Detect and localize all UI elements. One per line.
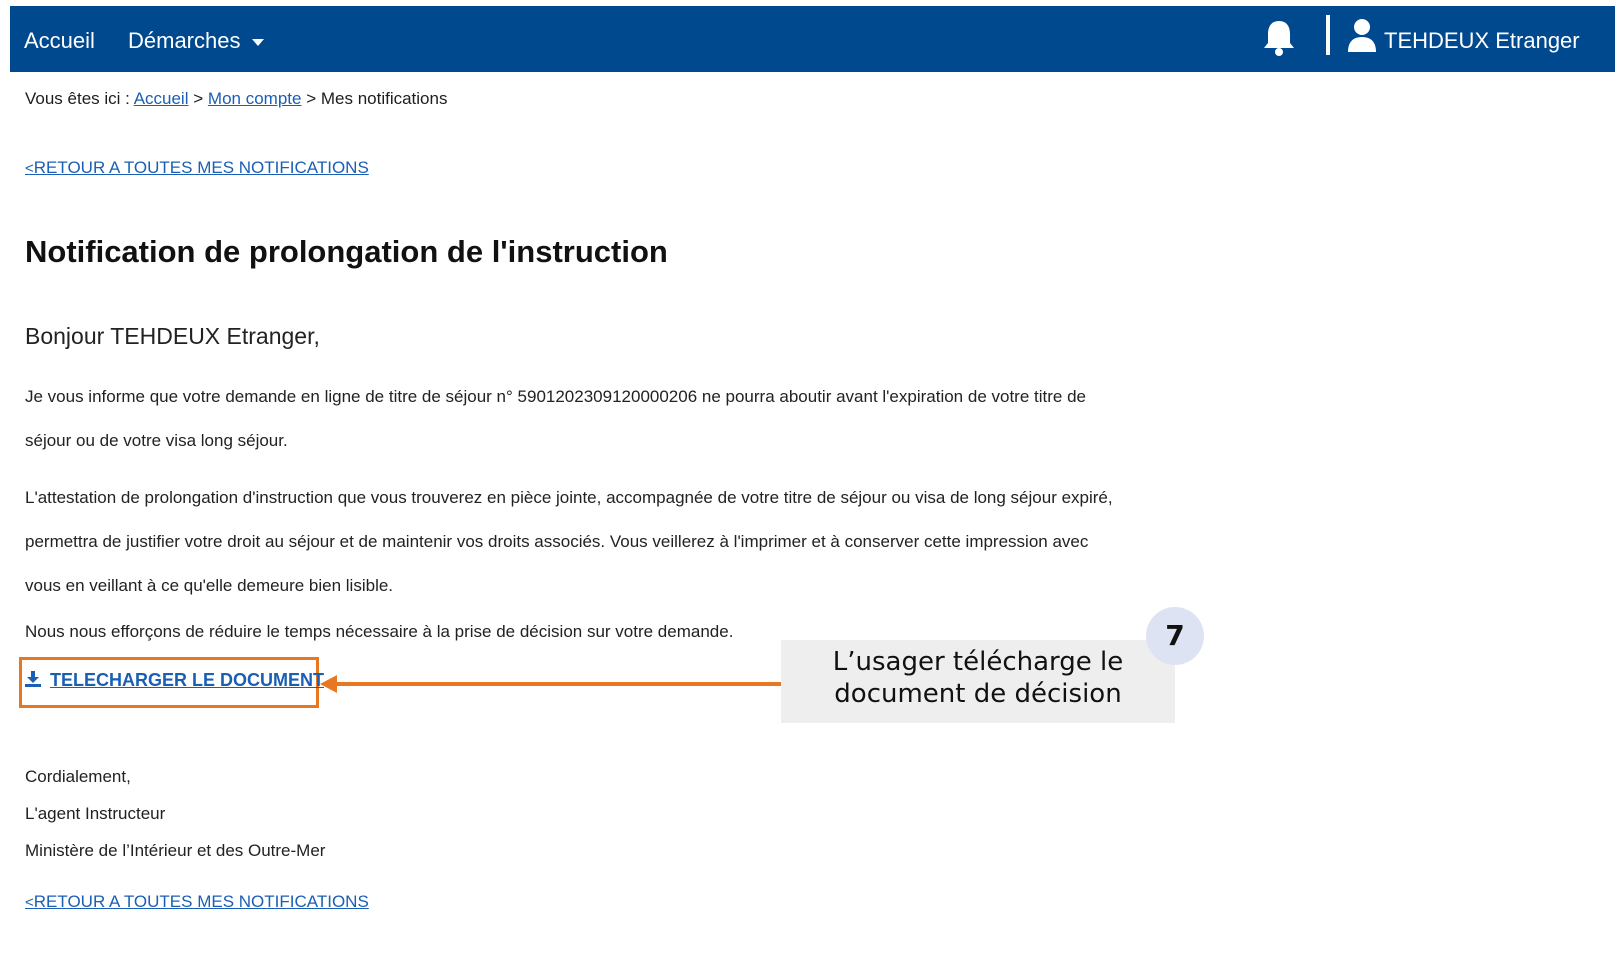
chevron-down-icon (252, 38, 265, 46)
closing-signature: L'agent Instructeur (25, 804, 166, 823)
breadcrumb: Vous êtes ici : Accueil > Mon compte > M… (25, 89, 447, 109)
breadcrumb-account-link[interactable]: Mon compte (208, 89, 302, 108)
nav-demarches-menu[interactable]: Démarches (128, 28, 265, 54)
annotation-arrow-line (335, 682, 783, 686)
paragraph-request-info: Je vous informe que votre demande en lig… (25, 387, 1086, 450)
closing-ministry: Ministère de l’Intérieur et des Outre-Me… (25, 841, 326, 860)
back-to-notifications-link-bottom[interactable]: <RETOUR A TOUTES MES NOTIFICATIONS (25, 892, 369, 912)
download-label: TELECHARGER LE DOCUMENT (50, 670, 324, 690)
chevron-left-icon: < (25, 894, 34, 911)
user-icon (1348, 19, 1376, 52)
nav-home-link[interactable]: Accueil (24, 28, 95, 54)
notification-bell-icon[interactable] (1260, 18, 1298, 58)
step-number-badge: 7 (1146, 607, 1204, 665)
back-link-label: RETOUR A TOUTES MES NOTIFICATIONS (33, 158, 369, 177)
breadcrumb-prefix: Vous êtes ici : (25, 89, 130, 108)
download-icon (25, 671, 41, 687)
page-title: Notification de prolongation de l'instru… (25, 234, 668, 269)
callout-line-1: L’usager télécharge le (832, 647, 1124, 677)
user-account-name[interactable]: TEHDEUX Etranger (1384, 28, 1580, 54)
breadcrumb-separator: > (193, 89, 204, 108)
paragraph-efforts: Nous nous efforçons de réduire le temps … (25, 622, 734, 641)
top-navigation-bar: Accueil Démarches TEHDEUX Etranger (10, 6, 1615, 72)
breadcrumb-current: Mes notifications (320, 89, 448, 108)
greeting: Bonjour TEHDEUX Etranger, (25, 323, 320, 349)
callout-line-2: document de décision (834, 679, 1122, 709)
chevron-left-icon: < (25, 160, 34, 177)
paragraph-attestation: L'attestation de prolongation d'instruct… (25, 488, 1113, 595)
breadcrumb-home-link[interactable]: Accueil (134, 89, 189, 108)
download-document-link[interactable]: TELECHARGER LE DOCUMENT (24, 670, 324, 691)
header-divider (1326, 15, 1330, 55)
back-to-notifications-link-top[interactable]: <RETOUR A TOUTES MES NOTIFICATIONS (25, 158, 369, 178)
back-link-label: RETOUR A TOUTES MES NOTIFICATIONS (33, 892, 369, 911)
breadcrumb-separator: > (306, 89, 317, 108)
nav-demarches-label: Démarches (128, 28, 241, 53)
annotation-callout: L’usager télécharge le document de décis… (781, 640, 1175, 723)
closing-salutation: Cordialement, (25, 767, 131, 786)
